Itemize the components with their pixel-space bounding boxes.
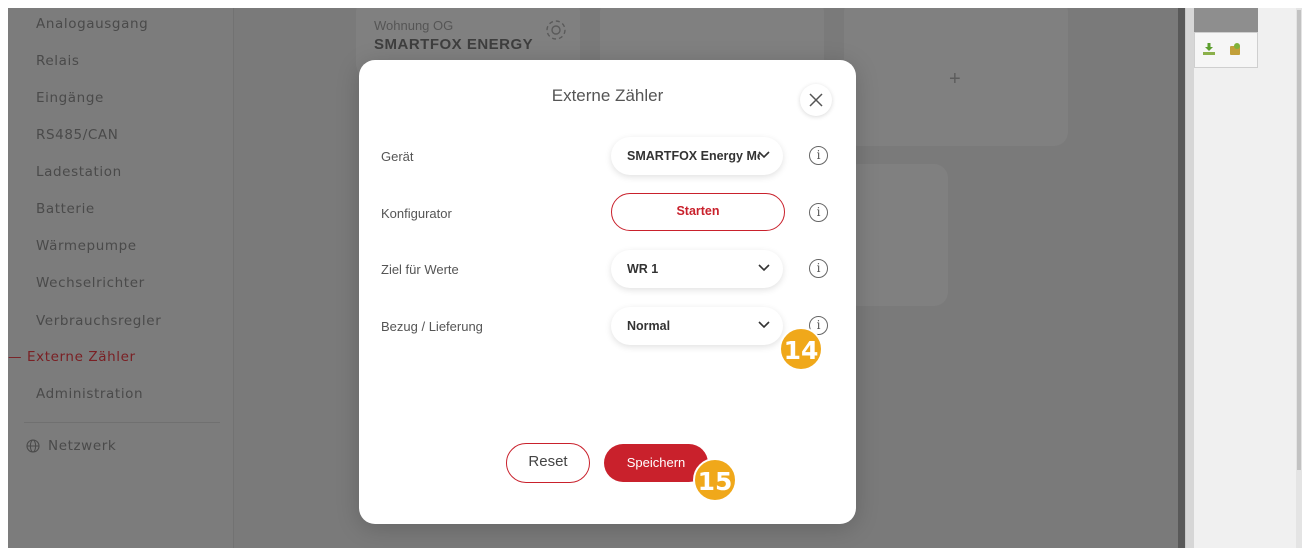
- sidebar-item-analogausgang[interactable]: Analogausgang: [36, 16, 148, 32]
- bezug-lieferung-value: Normal: [627, 319, 671, 333]
- geraet-select[interactable]: SMARTFOX Energy Meter: [611, 137, 783, 175]
- sidebar: Analogausgang Relais Eingänge RS485/CAN …: [8, 8, 233, 548]
- close-button[interactable]: [800, 84, 832, 116]
- sidebar-item-netzwerk[interactable]: Netzwerk: [48, 438, 116, 454]
- info-icon[interactable]: i: [809, 259, 828, 278]
- sidebar-item-externe-zaehler[interactable]: — Externe Zähler: [8, 349, 136, 365]
- add-icon[interactable]: +: [949, 68, 961, 91]
- sidebar-item-rs485-can[interactable]: RS485/CAN: [36, 127, 118, 143]
- sidebar-divider: [24, 422, 220, 423]
- side-panel: [1194, 8, 1302, 548]
- sidebar-item-verbrauchsregler[interactable]: Verbrauchsregler: [36, 313, 161, 329]
- plugin-icon[interactable]: [1228, 42, 1242, 56]
- card-subtitle: Wohnung OG: [374, 18, 454, 33]
- reset-button[interactable]: Reset: [506, 443, 590, 483]
- bezug-lieferung-label: Bezug / Lieferung: [381, 319, 483, 334]
- gear-icon[interactable]: [544, 18, 568, 42]
- card-title: SMARTFOX ENERGY: [374, 36, 534, 53]
- ziel-value: WR 1: [627, 262, 659, 276]
- side-panel-tab[interactable]: [1194, 8, 1258, 32]
- chevron-down-icon: [758, 264, 770, 272]
- bezug-lieferung-select[interactable]: Normal: [611, 307, 783, 345]
- sidebar-item-administration[interactable]: Administration: [36, 386, 143, 402]
- modal-title: Externe Zähler: [551, 86, 664, 105]
- globe-icon: [26, 439, 40, 453]
- ziel-label: Ziel für Werte: [381, 262, 459, 277]
- sidebar-item-relais[interactable]: Relais: [36, 53, 80, 69]
- sidebar-item-wechselrichter[interactable]: Wechselrichter: [36, 275, 145, 291]
- info-icon[interactable]: i: [809, 203, 828, 222]
- scrollbar-thumb[interactable]: [1297, 10, 1301, 470]
- download-icon[interactable]: [1202, 42, 1216, 56]
- app-frame: Analogausgang Relais Eingänge RS485/CAN …: [8, 8, 1178, 548]
- close-icon: [809, 93, 823, 107]
- sidebar-item-waermepumpe[interactable]: Wärmepumpe: [36, 238, 137, 254]
- ziel-select[interactable]: WR 1: [611, 250, 783, 288]
- info-card: [844, 164, 948, 306]
- callout-badge-14: 14: [779, 327, 823, 371]
- externe-zaehler-modal: Externe Zähler Gerät SMARTFOX Energy Met…: [359, 60, 856, 524]
- sidebar-item-eingaenge[interactable]: Eingänge: [36, 90, 104, 106]
- splitter-handle[interactable]: [1185, 8, 1194, 548]
- window-divider: [1178, 8, 1185, 548]
- starten-button[interactable]: Starten: [611, 193, 785, 231]
- chevron-down-icon: [758, 151, 770, 159]
- scrollbar[interactable]: [1296, 8, 1302, 548]
- geraet-value: SMARTFOX Energy Meter: [627, 149, 760, 163]
- chevron-down-icon: [758, 321, 770, 329]
- side-panel-toolbar: [1194, 32, 1258, 68]
- sidebar-item-batterie[interactable]: Batterie: [36, 201, 95, 217]
- callout-badge-15: 15: [693, 458, 737, 502]
- konfigurator-label: Konfigurator: [381, 206, 452, 221]
- sidebar-item-ladestation[interactable]: Ladestation: [36, 164, 122, 180]
- geraet-label: Gerät: [381, 149, 414, 164]
- info-icon[interactable]: i: [809, 146, 828, 165]
